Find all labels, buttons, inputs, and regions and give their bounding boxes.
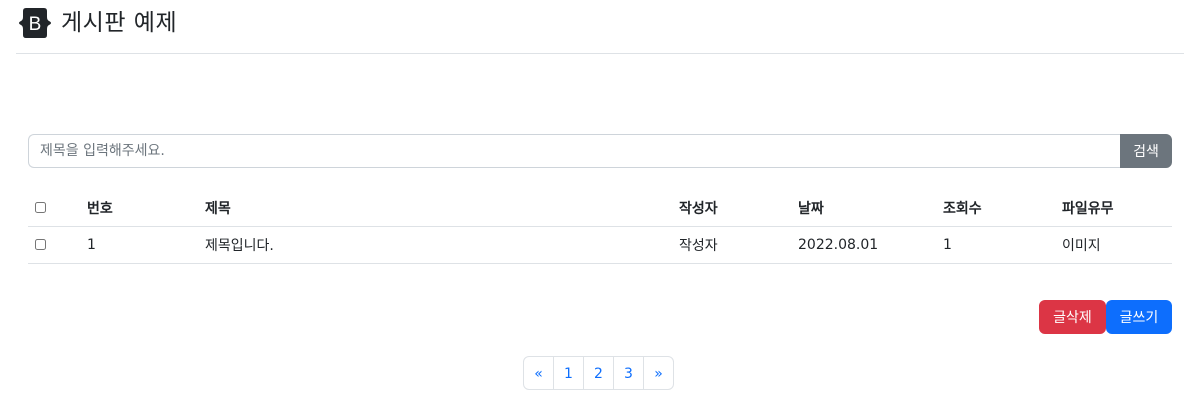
row-title-link[interactable]: 제목입니다.	[205, 226, 679, 264]
page-link-3[interactable]: 3	[613, 356, 644, 390]
row-views: 1	[943, 226, 1062, 264]
action-buttons: 글삭제 글쓰기	[1039, 300, 1172, 334]
pagination: « 1 2 3 »	[523, 356, 674, 390]
page-item-prev: «	[523, 356, 554, 390]
search-button[interactable]: 검색	[1120, 134, 1172, 168]
row-select-cell	[28, 226, 87, 264]
column-header-views[interactable]: 조회수	[943, 190, 1062, 227]
row-author: 작성자	[679, 226, 798, 264]
column-header-date[interactable]: 날짜	[798, 190, 943, 227]
column-header-file[interactable]: 파일유무	[1062, 190, 1172, 227]
select-all-checkbox[interactable]	[35, 202, 46, 214]
select-all-cell	[28, 190, 87, 227]
search-bar: 검색	[28, 134, 1172, 168]
page-item-1: 1	[553, 356, 584, 390]
write-post-button[interactable]: 글쓰기	[1106, 300, 1172, 334]
page-header: B 게시판 예제	[16, 0, 1184, 54]
board-table: 번호 제목 작성자 날짜 조회수 파일유무 1 제목입니다. 작성자 2022.…	[28, 190, 1172, 264]
search-input[interactable]	[28, 134, 1120, 168]
row-checkbox[interactable]	[35, 239, 46, 250]
brand[interactable]: B 게시판 예제	[18, 8, 177, 38]
delete-post-button[interactable]: 글삭제	[1039, 300, 1106, 334]
column-header-number[interactable]: 번호	[87, 190, 205, 227]
row-number: 1	[87, 226, 205, 264]
page-link-1[interactable]: 1	[553, 356, 584, 390]
column-header-author[interactable]: 작성자	[679, 190, 798, 227]
header-row: 번호 제목 작성자 날짜 조회수 파일유무	[28, 190, 1172, 227]
page-item-3: 3	[613, 356, 644, 390]
next-page-link[interactable]: »	[643, 356, 674, 390]
page-link-2[interactable]: 2	[583, 356, 614, 390]
row-date: 2022.08.01	[798, 226, 943, 264]
site-title: 게시판 예제	[61, 10, 178, 36]
table-body: 1 제목입니다. 작성자 2022.08.01 1 이미지	[28, 226, 1172, 264]
bootstrap-logo-icon: B	[18, 8, 52, 38]
row-file: 이미지	[1062, 226, 1172, 264]
page-item-next: »	[643, 356, 674, 390]
prev-page-link[interactable]: «	[523, 356, 554, 390]
table-row[interactable]: 1 제목입니다. 작성자 2022.08.01 1 이미지	[28, 226, 1172, 264]
column-header-title[interactable]: 제목	[205, 190, 679, 227]
page-item-2: 2	[583, 356, 614, 390]
table-header: 번호 제목 작성자 날짜 조회수 파일유무	[28, 190, 1172, 227]
logo-letter: B	[29, 14, 42, 35]
